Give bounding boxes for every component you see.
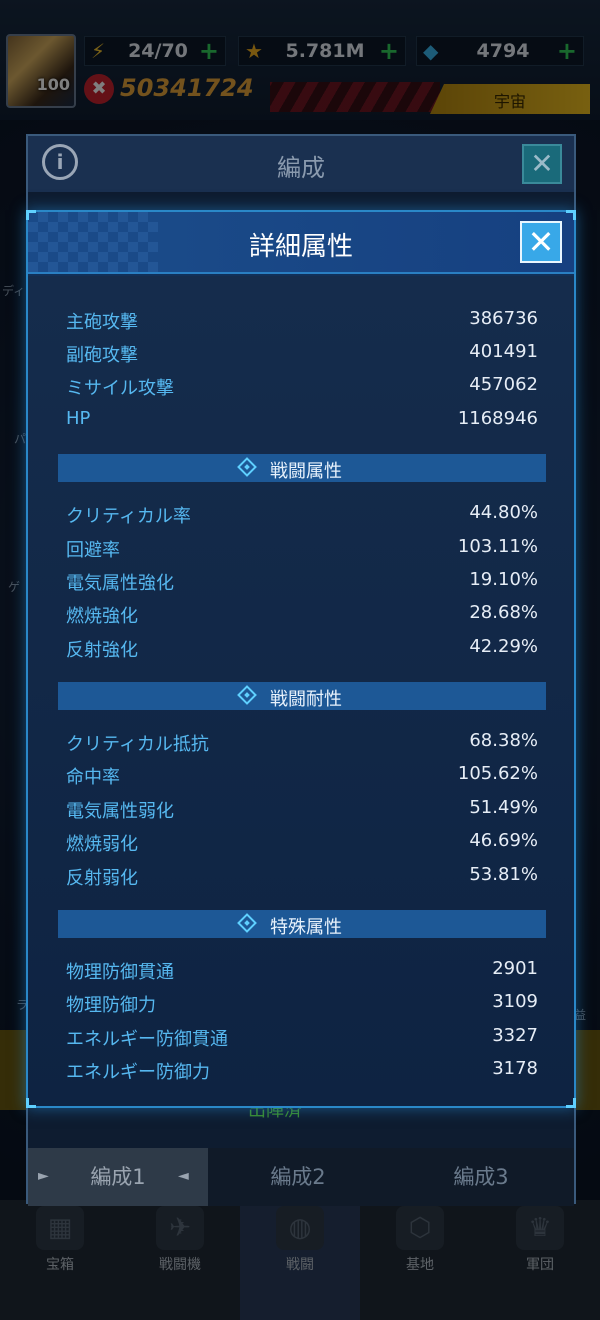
- diamond-icon: [237, 457, 257, 477]
- stat-label: 命中率: [66, 767, 120, 788]
- stat-label: 副砲攻撃: [66, 345, 138, 366]
- corner-accent: [566, 1098, 576, 1108]
- stat-row: 反射弱化 53.81%: [66, 862, 538, 892]
- stat-label: クリティカル抵抗: [66, 734, 209, 755]
- stat-row: エネルギー防御力 3178: [66, 1056, 538, 1086]
- stat-label: 燃焼弱化: [66, 834, 138, 855]
- stat-label: エネルギー防御力: [66, 1062, 210, 1083]
- stat-label: 電気属性強化: [66, 573, 174, 594]
- stat-value: 457062: [469, 374, 538, 395]
- stat-value: 2901: [492, 958, 538, 979]
- stat-row: 命中率 105.62%: [66, 761, 538, 791]
- stat-value: 386736: [469, 308, 538, 329]
- stat-label: 燃焼強化: [66, 606, 138, 627]
- close-button[interactable]: ✕: [520, 221, 562, 263]
- stat-row: 回避率 103.11%: [66, 534, 538, 564]
- team-dialog-header: i 編成 ✕: [28, 136, 574, 192]
- stat-row: 燃焼弱化 46.69%: [66, 828, 538, 858]
- stat-label: 物理防御貫通: [66, 962, 174, 983]
- stat-value: 19.10%: [469, 569, 538, 590]
- stat-value: 401491: [469, 341, 538, 362]
- stat-value: 42.29%: [469, 636, 538, 657]
- stat-value: 3178: [492, 1058, 538, 1079]
- corner-accent: [566, 210, 576, 220]
- detail-title: 詳細属性: [248, 232, 353, 262]
- tab-team-2[interactable]: 編成2: [208, 1148, 388, 1206]
- stat-value: 51.49%: [469, 797, 538, 818]
- stat-value: 3109: [492, 991, 538, 1012]
- tab-arrow-icon: ►: [38, 1168, 49, 1184]
- detail-attributes-modal: 詳細属性 ✕ 主砲攻撃 386736 副砲攻撃 401491 ミサイル攻撃 45…: [26, 210, 576, 1108]
- stat-row: 物理防御力 3109: [66, 989, 538, 1019]
- corner-accent: [26, 210, 36, 220]
- diamond-icon: [237, 685, 257, 705]
- stat-value: 103.11%: [457, 536, 538, 557]
- tab-team-3[interactable]: 編成3: [388, 1148, 574, 1206]
- stat-row: HP 1168946: [66, 406, 538, 436]
- stat-value: 1168946: [457, 408, 538, 429]
- stat-row: クリティカル率 44.80%: [66, 500, 538, 530]
- stat-value: 68.38%: [469, 730, 538, 751]
- stat-label: 反射強化: [66, 640, 138, 661]
- stat-row: クリティカル抵抗 68.38%: [66, 728, 538, 758]
- stat-label: 物理防御力: [66, 995, 156, 1016]
- stat-value: 105.62%: [457, 763, 538, 784]
- stat-label: 回避率: [66, 540, 120, 561]
- stat-label: 電気属性弱化: [66, 801, 174, 822]
- stat-label: HP: [66, 408, 91, 429]
- stat-value: 46.69%: [469, 830, 538, 851]
- tab-arrow-icon: ◄: [178, 1168, 189, 1184]
- stat-row: 主砲攻撃 386736: [66, 306, 538, 336]
- stat-row: 電気属性強化 19.10%: [66, 567, 538, 597]
- stat-label: ミサイル攻撃: [66, 378, 174, 399]
- team-close-button[interactable]: ✕: [522, 144, 562, 184]
- section-title: 戦闘属性: [270, 461, 342, 482]
- corner-accent: [26, 1098, 36, 1108]
- stat-row: 電気属性弱化 51.49%: [66, 795, 538, 825]
- diamond-icon: [237, 913, 257, 933]
- section-title: 特殊属性: [270, 917, 342, 938]
- section-header-combat-resistance: 戦闘耐性: [58, 682, 546, 710]
- detail-header: 詳細属性 ✕: [28, 212, 574, 274]
- detail-body: 主砲攻撃 386736 副砲攻撃 401491 ミサイル攻撃 457062 HP…: [28, 276, 574, 1106]
- stat-row: 副砲攻撃 401491: [66, 339, 538, 369]
- stat-value: 3327: [492, 1025, 538, 1046]
- stat-label: エネルギー防御貫通: [66, 1029, 228, 1050]
- section-title: 戦闘耐性: [270, 689, 342, 710]
- section-header-combat-attributes: 戦闘属性: [58, 454, 546, 482]
- stat-row: 反射強化 42.29%: [66, 634, 538, 664]
- stat-row: 燃焼強化 28.68%: [66, 600, 538, 630]
- stat-value: 53.81%: [469, 864, 538, 885]
- team-dialog-title: 編成: [277, 154, 325, 182]
- stat-label: 主砲攻撃: [66, 312, 138, 333]
- stat-label: 反射弱化: [66, 868, 138, 889]
- section-header-special-attributes: 特殊属性: [58, 910, 546, 938]
- stat-row: ミサイル攻撃 457062: [66, 372, 538, 402]
- stat-label: クリティカル率: [66, 506, 191, 527]
- stat-value: 28.68%: [469, 602, 538, 623]
- stat-row: 物理防御貫通 2901: [66, 956, 538, 986]
- stat-value: 44.80%: [469, 502, 538, 523]
- stat-row: エネルギー防御貫通 3327: [66, 1023, 538, 1053]
